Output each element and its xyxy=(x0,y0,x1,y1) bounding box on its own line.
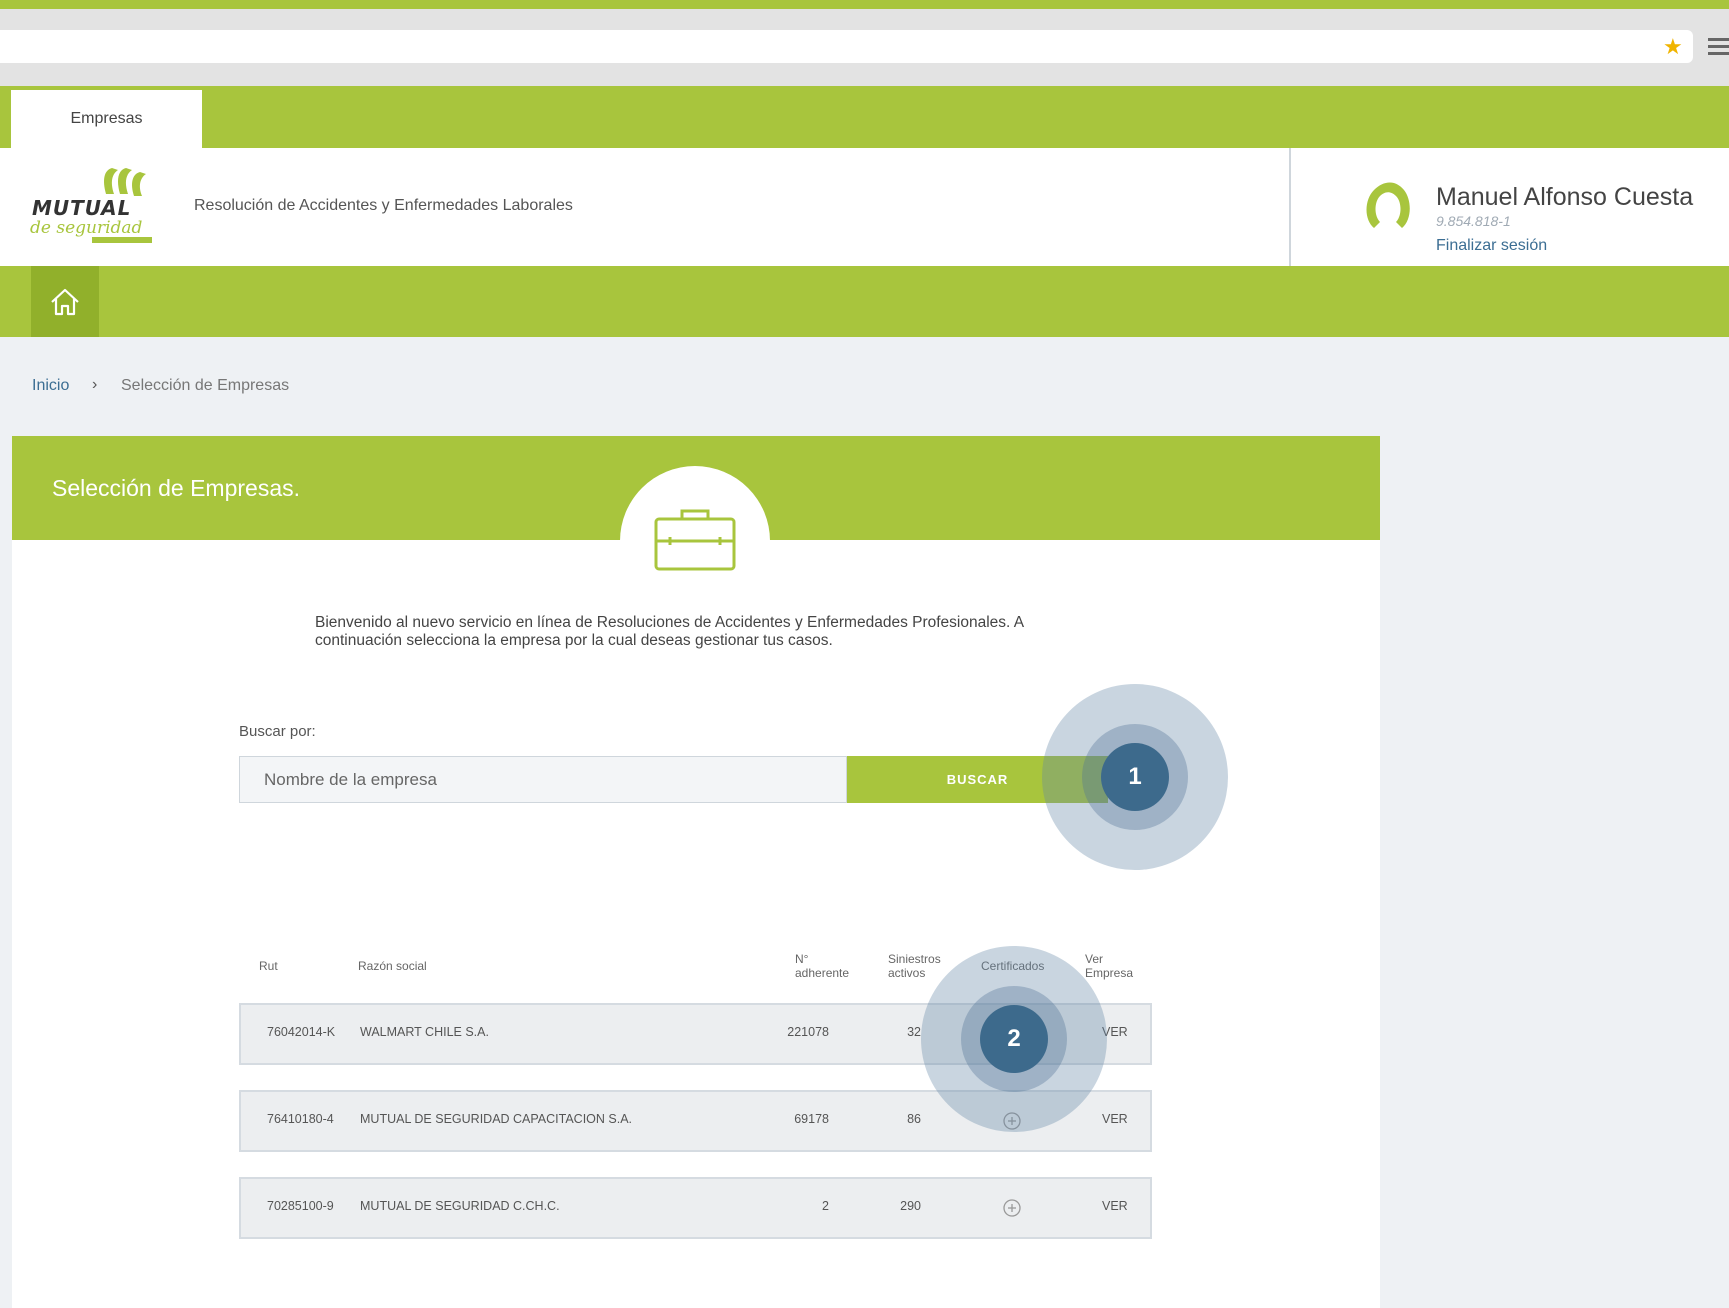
breadcrumb-chevron-icon: › xyxy=(92,376,98,393)
tab-empresas[interactable]: Empresas xyxy=(11,90,202,148)
app-title: Resolución de Accidentes y Enfermedades … xyxy=(194,197,573,214)
tab-bar xyxy=(0,86,1729,148)
cell-siniestros: 32 xyxy=(907,1025,921,1039)
cell-rut: 76410180-4 xyxy=(267,1112,334,1126)
mutual-logo[interactable]: MUTUAL de seguridad xyxy=(30,166,180,246)
breadcrumb-home-link[interactable]: Inicio xyxy=(32,377,69,395)
callout-1-badge: 1 xyxy=(1101,743,1169,811)
cell-razon-social: MUTUAL DE SEGURIDAD C.CH.C. xyxy=(360,1199,560,1213)
cell-rut: 70285100-9 xyxy=(267,1199,334,1213)
cell-adherente: 221078 xyxy=(787,1025,829,1039)
col-header-siniestros-line2: activos xyxy=(888,966,926,980)
header-divider xyxy=(1289,148,1291,266)
intro-text: Bienvenido al nuevo servicio en línea de… xyxy=(315,614,1075,650)
company-search-input[interactable] xyxy=(239,756,847,803)
intro-line-1: Bienvenido al nuevo servicio en línea de… xyxy=(315,614,1025,631)
table-row[interactable]: 70285100-9 MUTUAL DE SEGURIDAD C.CH.C. 2… xyxy=(239,1177,1152,1239)
intro-line-2: continuación selecciona la empresa por l… xyxy=(315,632,833,649)
col-header-ver-empresa: Ver Empresa xyxy=(1085,952,1133,980)
cell-rut: 76042014-K xyxy=(267,1025,336,1039)
ver-empresa-link[interactable]: VER xyxy=(1102,1199,1128,1213)
logout-link[interactable]: Finalizar sesión xyxy=(1436,237,1547,255)
add-certificate-icon[interactable] xyxy=(1003,1199,1021,1217)
breadcrumb-current: Selección de Empresas xyxy=(121,377,290,394)
col-header-adherente-line2: adherente xyxy=(795,966,850,980)
col-header-razon-social: Razón social xyxy=(358,959,427,973)
briefcase-icon xyxy=(652,505,738,575)
col-header-adherente-line1: N° xyxy=(795,952,809,966)
page-title: Selección de Empresas. xyxy=(52,475,301,501)
user-rut: 9.854.818-1 xyxy=(1436,213,1511,229)
user-name: Manuel Alfonso Cuesta xyxy=(1436,183,1694,211)
cell-siniestros: 86 xyxy=(907,1112,921,1126)
col-header-ver-line2: Empresa xyxy=(1085,966,1134,980)
col-header-siniestros: Siniestros activos xyxy=(888,952,941,980)
address-bar[interactable] xyxy=(0,30,1693,63)
callout-2-badge: 2 xyxy=(980,1005,1048,1073)
col-header-ver-line1: Ver xyxy=(1085,952,1104,966)
home-button[interactable] xyxy=(31,266,99,337)
col-header-rut: Rut xyxy=(259,959,278,973)
hamburger-menu-icon[interactable] xyxy=(1708,38,1729,56)
star-icon[interactable]: ★ xyxy=(1663,35,1683,59)
main-nav xyxy=(0,266,1729,337)
user-avatar-icon xyxy=(1362,180,1414,232)
home-icon xyxy=(51,288,79,315)
ver-empresa-link[interactable]: VER xyxy=(1102,1112,1128,1126)
svg-text:de seguridad: de seguridad xyxy=(30,218,143,238)
search-label: Buscar por: xyxy=(239,723,316,740)
cell-siniestros: 290 xyxy=(900,1199,921,1213)
col-header-siniestros-line1: Siniestros xyxy=(888,952,941,966)
cell-adherente: 69178 xyxy=(794,1112,829,1126)
cell-razon-social: WALMART CHILE S.A. xyxy=(360,1025,489,1039)
browser-top-strip xyxy=(0,0,1729,9)
cell-adherente: 2 xyxy=(822,1199,829,1213)
col-header-adherente: N° adherente xyxy=(795,952,849,980)
cell-razon-social: MUTUAL DE SEGURIDAD CAPACITACION S.A. xyxy=(360,1112,633,1126)
tab-label: Empresas xyxy=(70,110,143,127)
svg-text:MUTUAL: MUTUAL xyxy=(32,196,131,220)
